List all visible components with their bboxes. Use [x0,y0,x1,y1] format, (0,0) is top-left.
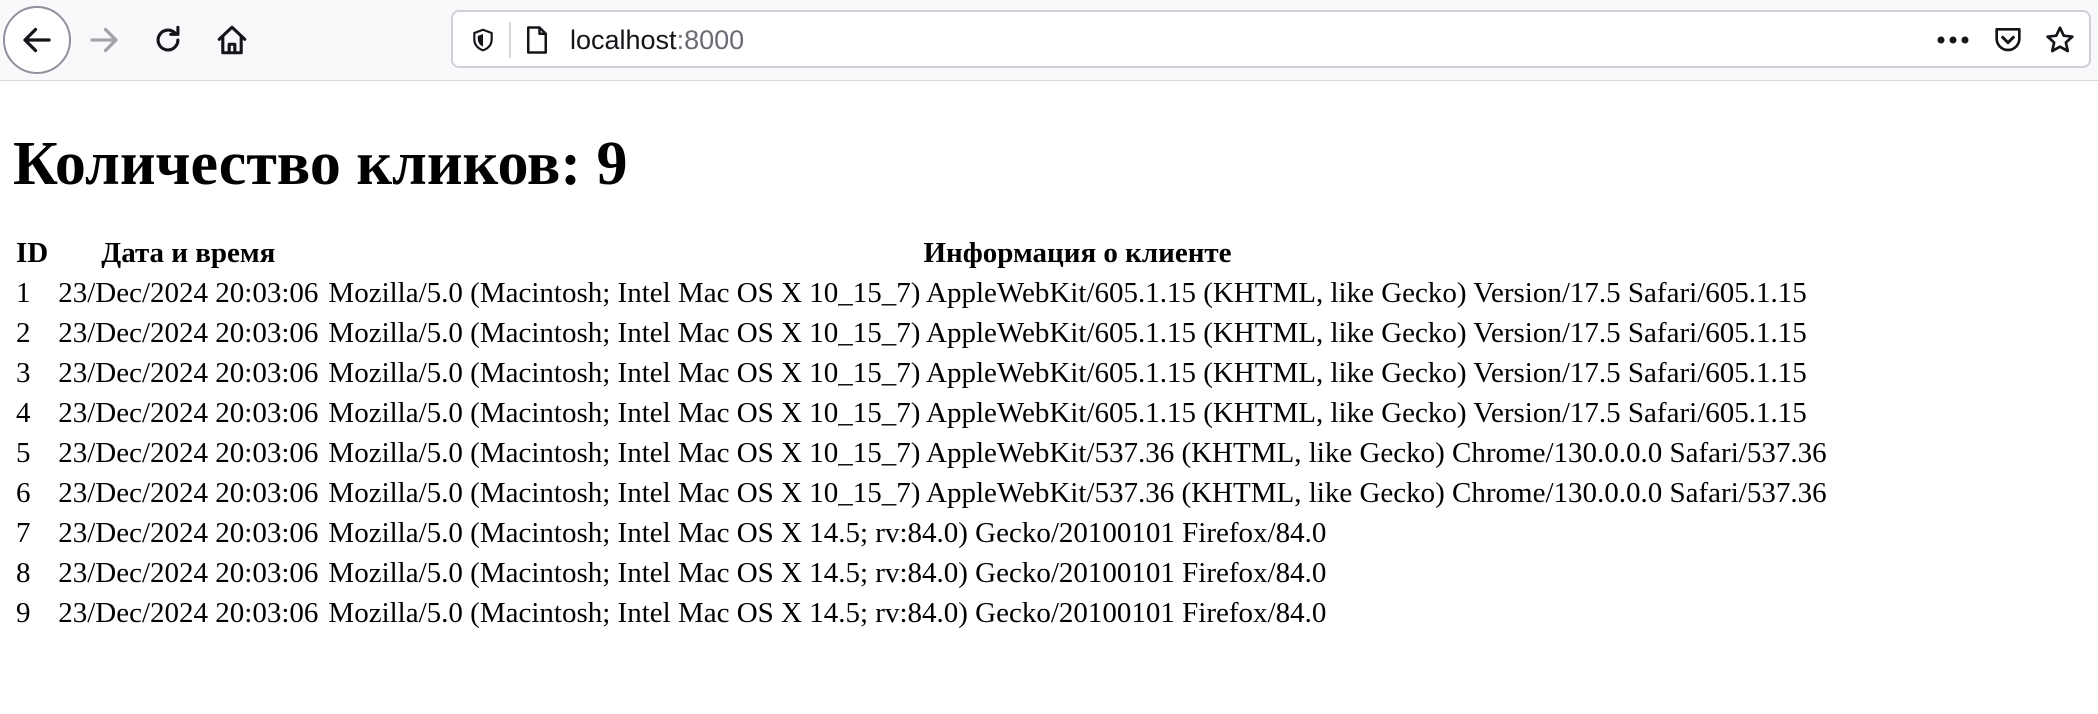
page-heading: Количество кликов: 9 [13,130,628,198]
cell-id: 7 [16,517,31,549]
save-to-pocket-button[interactable] [1989,21,2027,59]
table-row: 8 23/Dec/2024 20:03:06 Mozilla/5.0 (Maci… [13,555,1830,591]
page-icon [527,26,547,54]
star-icon [2046,26,2074,53]
cell-client-info: Mozilla/5.0 (Macintosh; Intel Mac OS X 1… [328,557,1327,589]
cell-client-info: Mozilla/5.0 (Macintosh; Intel Mac OS X 1… [328,357,1807,389]
forward-button[interactable] [70,6,138,74]
table-row: 4 23/Dec/2024 20:03:06 Mozilla/5.0 (Maci… [13,395,1830,431]
home-button[interactable] [198,6,266,74]
cell-id: 5 [16,437,31,469]
cell-id: 9 [16,597,31,629]
cell-datetime: 23/Dec/2024 20:03:06 [58,437,319,469]
cell-datetime: 23/Dec/2024 20:03:06 [58,277,319,309]
table-row: 2 23/Dec/2024 20:03:06 Mozilla/5.0 (Maci… [13,315,1830,351]
table-row: 5 23/Dec/2024 20:03:06 Mozilla/5.0 (Maci… [13,435,1830,471]
cell-client-info: Mozilla/5.0 (Macintosh; Intel Mac OS X 1… [328,397,1807,429]
header-client-info: Информация о клиенте [923,237,1232,269]
table-row: 6 23/Dec/2024 20:03:06 Mozilla/5.0 (Maci… [13,475,1830,511]
table-row: 7 23/Dec/2024 20:03:06 Mozilla/5.0 (Maci… [13,515,1830,551]
browser-toolbar: localhost:8000 [0,0,2098,81]
home-icon [217,25,247,55]
url-port: :8000 [676,25,745,55]
cell-datetime: 23/Dec/2024 20:03:06 [58,597,319,629]
cell-datetime: 23/Dec/2024 20:03:06 [58,357,319,389]
cell-client-info: Mozilla/5.0 (Macintosh; Intel Mac OS X 1… [328,317,1807,349]
cell-client-info: Mozilla/5.0 (Macintosh; Intel Mac OS X 1… [328,277,1807,309]
back-button[interactable] [3,6,71,74]
cell-client-info: Mozilla/5.0 (Macintosh; Intel Mac OS X 1… [328,477,1827,509]
cell-client-info: Mozilla/5.0 (Macintosh; Intel Mac OS X 1… [328,597,1327,629]
url-divider [509,22,511,58]
url-text[interactable]: localhost:8000 [570,22,744,58]
tracking-protection-button[interactable] [467,24,499,56]
cell-datetime: 23/Dec/2024 20:03:06 [58,317,319,349]
cell-client-info: Mozilla/5.0 (Macintosh; Intel Mac OS X 1… [328,517,1327,549]
cell-client-info: Mozilla/5.0 (Macintosh; Intel Mac OS X 1… [328,437,1827,469]
reload-icon [156,25,180,52]
forward-arrow-icon [90,27,118,53]
site-info-button[interactable] [520,23,554,57]
cell-id: 8 [16,557,31,589]
header-datetime: Дата и время [101,237,276,269]
page-content: Количество кликов: 9 ID Дата и время Инф… [0,81,2098,635]
cell-id: 3 [16,357,31,389]
url-host: localhost [570,25,677,55]
cell-id: 1 [16,277,31,309]
header-id: ID [16,237,49,269]
more-dots-icon [1937,36,1969,44]
address-bar[interactable]: localhost:8000 [451,10,2091,68]
reload-button[interactable] [134,6,202,74]
cell-id: 4 [16,397,31,429]
bookmark-button[interactable] [2041,21,2079,59]
shield-icon [473,28,493,52]
clicks-table: ID Дата и время Информация о клиенте 1 2… [9,231,1834,635]
cell-datetime: 23/Dec/2024 20:03:06 [58,397,319,429]
table-header-row: ID Дата и время Информация о клиенте [13,235,1830,271]
table-row: 3 23/Dec/2024 20:03:06 Mozilla/5.0 (Maci… [13,355,1830,391]
cell-id: 2 [16,317,31,349]
cell-id: 6 [16,477,31,509]
pocket-icon [1995,28,2021,52]
table-row: 1 23/Dec/2024 20:03:06 Mozilla/5.0 (Maci… [13,275,1830,311]
table-row: 9 23/Dec/2024 20:03:06 Mozilla/5.0 (Maci… [13,595,1830,631]
back-arrow-icon [23,27,51,53]
cell-datetime: 23/Dec/2024 20:03:06 [58,477,319,509]
page-actions-button[interactable] [1933,23,1973,57]
cell-datetime: 23/Dec/2024 20:03:06 [58,517,319,549]
cell-datetime: 23/Dec/2024 20:03:06 [58,557,319,589]
